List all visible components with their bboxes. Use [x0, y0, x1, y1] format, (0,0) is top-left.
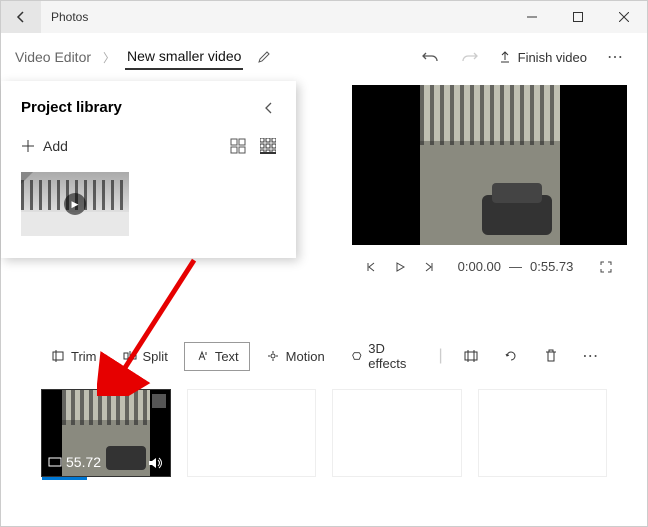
editor-toolbar: Video Editor 〉 New smaller video Finish … — [1, 33, 647, 81]
rotate-button[interactable] — [494, 336, 528, 376]
duration-icon — [48, 457, 62, 467]
fullscreen-button[interactable] — [599, 260, 613, 274]
next-frame-button[interactable] — [422, 261, 434, 273]
motion-icon — [266, 349, 280, 363]
undo-button[interactable] — [410, 37, 450, 77]
prev-frame-button[interactable] — [366, 261, 378, 273]
app-title: Photos — [51, 10, 509, 24]
add-media-button[interactable]: Add — [21, 138, 68, 154]
resize-button[interactable] — [455, 336, 489, 376]
more-button[interactable]: ⋯ — [595, 37, 635, 77]
storyboard-empty-slot[interactable] — [332, 389, 462, 477]
plus-icon — [21, 139, 35, 153]
storyboard-empty-slot[interactable] — [187, 389, 317, 477]
clip-duration: 55.72 — [66, 454, 101, 470]
clip-more-button[interactable]: ⋯ — [573, 336, 607, 376]
play-icon: ▶ — [64, 193, 86, 215]
rename-icon[interactable] — [257, 50, 271, 64]
clip-progress — [42, 477, 87, 480]
breadcrumb-root[interactable]: Video Editor — [13, 45, 93, 69]
minimize-button[interactable] — [509, 1, 555, 33]
window-controls — [509, 1, 647, 33]
title-bar: Photos — [1, 1, 647, 33]
trim-icon — [51, 349, 65, 363]
clip-checkbox[interactable] — [152, 394, 166, 408]
finish-video-button[interactable]: Finish video — [490, 50, 595, 65]
clip-edit-bar: Trim Split Text Motion 3D effects | ⋯ — [1, 329, 647, 389]
motion-button[interactable]: Motion — [256, 343, 335, 370]
total-time: 0:55.73 — [530, 259, 573, 274]
maximize-button[interactable] — [555, 1, 601, 33]
add-label: Add — [43, 138, 68, 154]
library-clip-thumbnail[interactable]: ▶ — [21, 172, 129, 236]
export-icon — [498, 50, 512, 64]
storyboard-clip[interactable]: 55.72 — [41, 389, 171, 477]
split-button[interactable]: Split — [113, 343, 178, 370]
text-button[interactable]: Text — [184, 342, 250, 371]
preview-frame[interactable] — [352, 85, 627, 245]
content-area: Project library Add ▶ — [1, 81, 647, 321]
storyboard-empty-slot[interactable] — [478, 389, 608, 477]
close-button[interactable] — [601, 1, 647, 33]
current-time: 0:00.00 — [458, 259, 501, 274]
collapse-library-button[interactable] — [262, 101, 276, 115]
redo-button[interactable] — [450, 37, 490, 77]
storyboard: 55.72 — [1, 389, 647, 477]
3d-effects-button[interactable]: 3D effects — [341, 335, 427, 377]
separator: | — [438, 347, 442, 365]
library-title: Project library — [21, 99, 122, 116]
back-button[interactable] — [1, 1, 41, 33]
finish-label: Finish video — [518, 50, 587, 65]
time-separator: ― — [509, 259, 522, 274]
effects-icon — [351, 349, 363, 363]
grid-small-icon[interactable] — [260, 138, 276, 154]
clip-volume-button[interactable] — [148, 456, 164, 470]
play-button[interactable] — [394, 261, 406, 273]
preview-player: 0:00.00 ― 0:55.73 — [352, 85, 627, 274]
split-icon — [123, 349, 137, 363]
chevron-right-icon: 〉 — [103, 49, 115, 66]
trim-button[interactable]: Trim — [41, 343, 107, 370]
grid-large-icon[interactable] — [230, 138, 246, 154]
delete-button[interactable] — [534, 336, 568, 376]
breadcrumb-current[interactable]: New smaller video — [125, 44, 243, 70]
project-library-panel: Project library Add ▶ — [1, 81, 296, 258]
text-icon — [195, 349, 209, 363]
